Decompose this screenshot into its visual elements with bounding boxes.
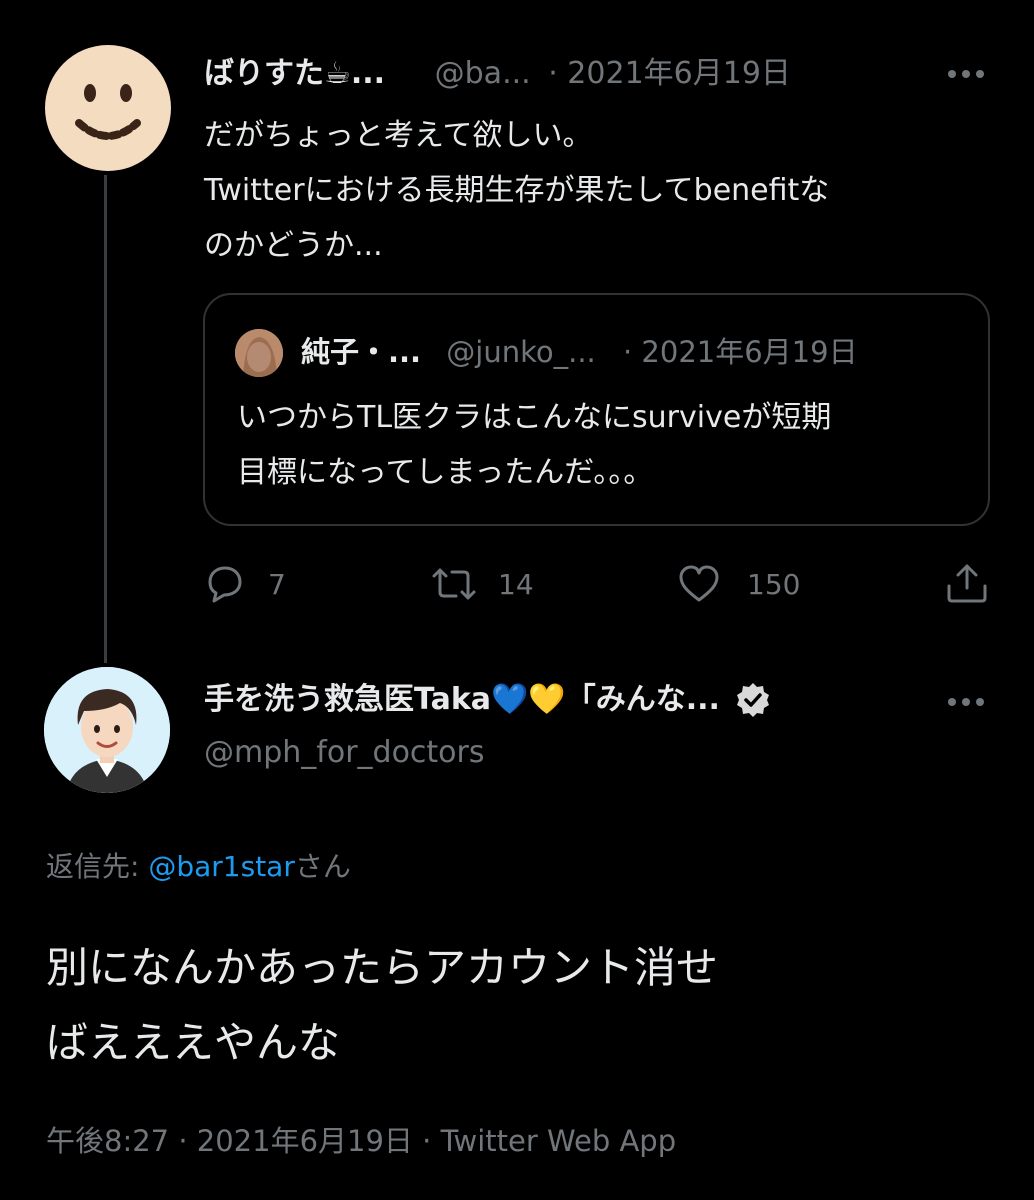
quoted-display-name: 純子・... — [301, 335, 422, 369]
reply-suffix: さん — [294, 850, 351, 883]
parent-text-line: だがちょっと考えて欲しい。 — [204, 118, 593, 153]
parent-display-name[interactable]: ばりすた☕... — [204, 56, 385, 91]
main-text: 別になんかあったらアカウント消せ ばえええやんな — [46, 930, 1006, 1080]
quoted-avatar — [235, 329, 283, 377]
reply-count: 7 — [268, 567, 286, 601]
quoted-text-line: 目標になってしまったんだ。。。 — [237, 455, 654, 490]
verified-badge-icon — [734, 681, 772, 719]
cartoon-face-icon — [44, 667, 170, 793]
retweet-icon — [428, 564, 480, 604]
share-icon[interactable] — [945, 562, 989, 604]
heart-icon — [677, 564, 721, 604]
parent-more-icon[interactable] — [942, 64, 990, 84]
reply-to-link[interactable]: @bar1star — [148, 850, 295, 883]
main-avatar[interactable] — [44, 667, 170, 793]
like-count: 150 — [747, 567, 801, 601]
main-handle[interactable]: @mph_for_doctors — [204, 730, 485, 776]
reply-prefix: 返信先: — [46, 850, 149, 883]
parent-avatar[interactable] — [45, 45, 171, 171]
parent-text-line: Twitterにおける長期生存が果たしてbenefitな — [204, 173, 830, 208]
main-display-name[interactable]: 手を洗う救急医Taka💙💛「みんな... — [204, 676, 720, 724]
main-timestamp: 午後8:27 · 2021年6月19日 · Twitter Web App — [46, 1124, 677, 1158]
parent-header: ばりすた☕... @ba... · 2021年6月19日 — [204, 52, 964, 96]
main-more-icon[interactable] — [942, 692, 990, 712]
main-header: 手を洗う救急医Taka💙💛「みんな... — [204, 676, 904, 724]
parent-date: · 2021年6月19日 — [548, 56, 791, 91]
quoted-text: いつからTL医クラはこんなにsurviveが短期 目標になってしまったんだ。。。 — [237, 390, 977, 500]
reply-button[interactable]: 7 — [204, 562, 286, 606]
smiley-icon — [75, 84, 141, 140]
reply-context: 返信先: @bar1starさん — [46, 845, 351, 889]
reply-icon — [204, 564, 246, 604]
thread-line — [104, 175, 107, 663]
quoted-date: · 2021年6月19日 — [622, 335, 858, 369]
retweet-count: 14 — [498, 567, 534, 601]
quoted-text-line: いつからTL医クラはこんなにsurviveが短期 — [237, 400, 832, 435]
main-text-line: ばえええやんな — [46, 1018, 341, 1067]
quoted-header: 純子・... @junko_... · 2021年6月19日 — [301, 331, 981, 373]
quoted-tweet-card[interactable]: 純子・... @junko_... · 2021年6月19日 いつからTL医クラ… — [203, 293, 990, 526]
like-button[interactable]: 150 — [677, 562, 800, 606]
parent-handle[interactable]: @ba... — [435, 56, 531, 91]
main-text-line: 別になんかあったらアカウント消せ — [46, 943, 719, 992]
parent-text: だがちょっと考えて欲しい。 Twitterにおける長期生存が果たしてbenefi… — [204, 108, 994, 273]
parent-text-line: のかどうか... — [204, 228, 383, 263]
retweet-button[interactable]: 14 — [428, 562, 534, 606]
quoted-handle: @junko_... — [446, 335, 596, 369]
